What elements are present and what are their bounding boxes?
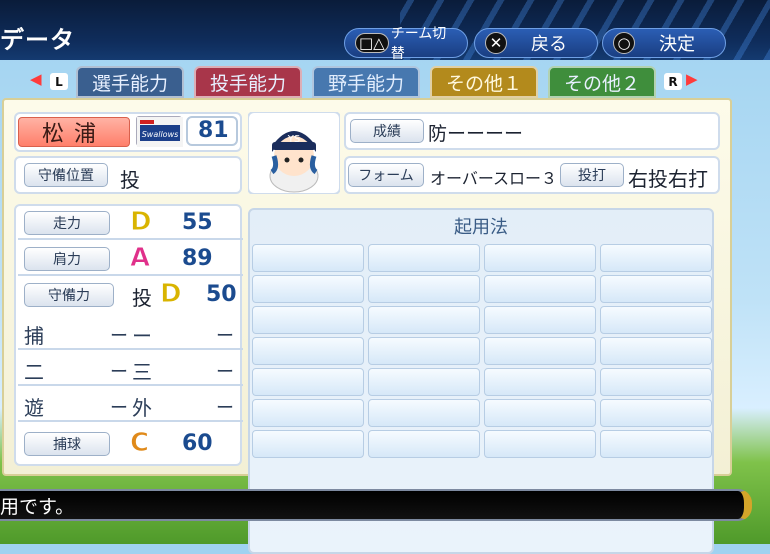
record-value: 防ーーーー [428, 123, 524, 145]
pos-second-value: ー [110, 362, 128, 383]
usage-cell [368, 399, 480, 427]
position-value: 投 [120, 168, 140, 192]
usage-cell [484, 244, 596, 272]
speed-grade: D [130, 207, 153, 238]
pos-catcher-value: ー [110, 326, 128, 347]
record-label: 成績 [350, 119, 424, 143]
usage-cell [368, 275, 480, 303]
left-arrow-icon[interactable]: ◀ [30, 70, 42, 88]
defense-label: 守備力 [24, 283, 114, 307]
usage-cell [252, 337, 364, 365]
right-arrow-icon[interactable]: ▶ [686, 70, 698, 88]
svg-text:Swallows: Swallows [142, 130, 179, 139]
speed-value: 55 [182, 210, 213, 235]
defense-main-pos: 投 [132, 286, 152, 310]
pos-catcher: 捕 [24, 324, 44, 348]
batting-value: 右投右打 [628, 167, 708, 191]
usage-cell [484, 275, 596, 303]
usage-cell [600, 399, 712, 427]
usage-cell [600, 368, 712, 396]
back-button[interactable]: ✕ 戻る [474, 28, 598, 58]
confirm-button[interactable]: ○ 決定 [602, 28, 726, 58]
tab-other-1[interactable]: その他１ [430, 66, 538, 98]
l-shoulder-icon: L [50, 73, 68, 90]
usage-cell [600, 306, 712, 334]
catching-row: 捕球 C 60 [18, 426, 243, 460]
pos-short: 遊 [24, 396, 44, 420]
pos-first: ー [132, 324, 152, 348]
confirm-label: 決定 [659, 34, 695, 55]
usage-cell [252, 399, 364, 427]
batting-label: 投打 [560, 163, 624, 187]
usage-cell [368, 244, 480, 272]
defense-pos-row: 遊 ー 外 ー [18, 388, 243, 422]
tab-fielder-ability[interactable]: 野手能力 [312, 66, 420, 98]
pos-third: 三 [132, 360, 152, 384]
arm-value: 89 [182, 246, 213, 271]
tab-pitcher-ability[interactable]: 投手能力 [194, 66, 302, 98]
speed-label: 走力 [24, 211, 110, 235]
uniform-number: 81 [198, 118, 229, 143]
defense-pos-row: 捕 ー ー ー [18, 316, 243, 350]
usage-cell [484, 306, 596, 334]
position-label: 守備位置 [24, 163, 108, 187]
defense-value: 50 [206, 282, 237, 307]
usage-cell [600, 244, 712, 272]
usage-cell [600, 337, 712, 365]
pos-outfield: 外 [132, 396, 152, 420]
cross-icon: ✕ [485, 32, 507, 54]
back-label: 戻る [531, 34, 567, 55]
player-name: 松浦 [18, 117, 130, 147]
usage-cell [484, 430, 596, 458]
tab-bar: ◀ L 選手能力 投手能力 野手能力 その他１ その他２ R ▶ [0, 66, 770, 98]
usage-cell [368, 337, 480, 365]
pos-outfield-value: ー [216, 398, 234, 419]
usage-cell [252, 368, 364, 396]
square-triangle-icon: □△ [355, 33, 389, 53]
pos-third-value: ー [216, 362, 234, 383]
defense-pos-row: 二 ー 三 ー [18, 352, 243, 386]
tab-other-2[interactable]: その他２ [548, 66, 656, 98]
catching-label: 捕球 [24, 432, 110, 456]
form-value: オーバースロー３７ [430, 169, 574, 188]
usage-cell [368, 368, 480, 396]
usage-cell [600, 430, 712, 458]
usage-cell [484, 399, 596, 427]
page-title: データ [0, 26, 75, 54]
pos-first-value: ー [216, 326, 234, 347]
svg-text:YS: YS [287, 134, 300, 145]
usage-cell [252, 306, 364, 334]
arm-grade: A [129, 243, 151, 274]
usage-cell [252, 275, 364, 303]
r-shoulder-icon: R [664, 73, 682, 90]
usage-cell [600, 275, 712, 303]
pos-second: 二 [24, 360, 44, 384]
usage-title: 起用法 [454, 217, 508, 238]
usage-cell [484, 368, 596, 396]
arm-label: 肩力 [24, 247, 110, 271]
catching-grade: C [129, 428, 150, 459]
team-switch-button[interactable]: □△ チーム切替 [344, 26, 468, 62]
message-bar: 用です。 [0, 489, 752, 521]
catching-value: 60 [182, 431, 213, 456]
arm-row: 肩力 A 89 [18, 242, 243, 276]
circle-icon: ○ [613, 32, 635, 54]
player-avatar: YS [247, 111, 341, 195]
team-logo: Swallows [136, 116, 183, 147]
usage-cell [368, 306, 480, 334]
usage-cell [252, 430, 364, 458]
team-switch-label: チーム切替 [390, 26, 447, 62]
pos-short-value: ー [110, 398, 128, 419]
form-label: フォーム [348, 163, 424, 187]
usage-cell [252, 244, 364, 272]
message-text: 用です。 [0, 495, 75, 518]
defense-grade: D [160, 279, 183, 310]
defense-row: 守備力 投 D 50 [18, 278, 243, 312]
usage-cell [484, 337, 596, 365]
usage-cell [368, 430, 480, 458]
tab-player-ability[interactable]: 選手能力 [76, 66, 184, 98]
speed-row: 走力 D 55 [18, 206, 243, 240]
player-data-panel: 松浦 Swallows 81 守備位置 投 YS 成績 防ーーーー フォーム オ… [2, 98, 732, 554]
